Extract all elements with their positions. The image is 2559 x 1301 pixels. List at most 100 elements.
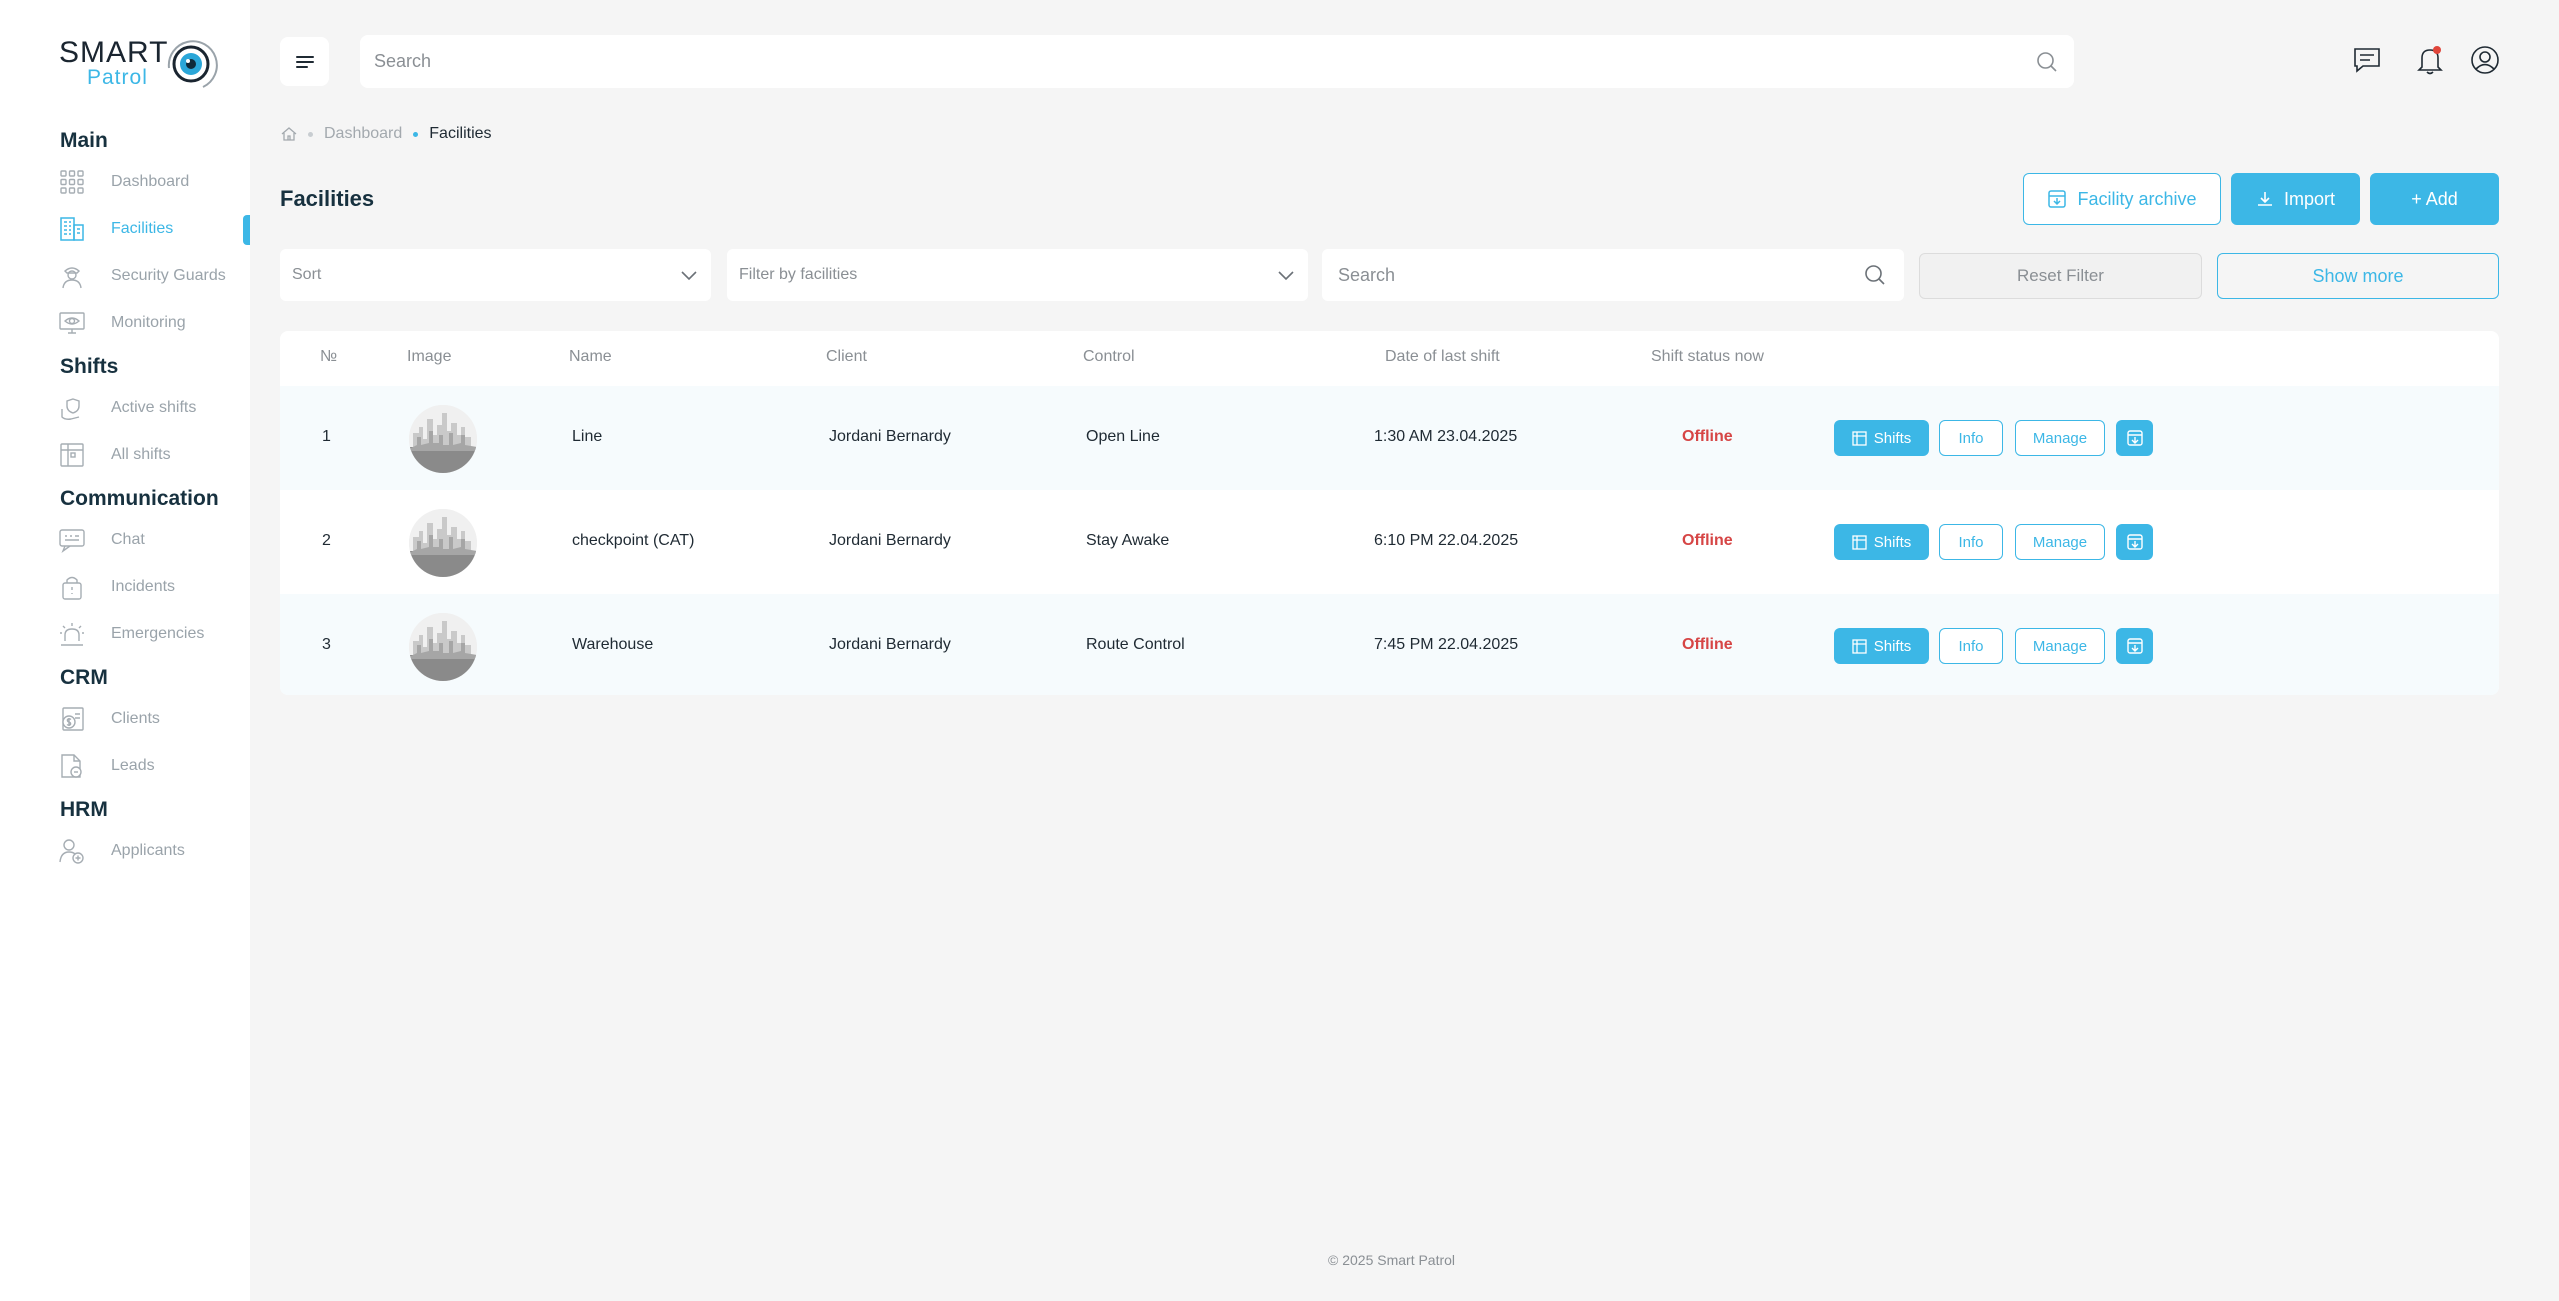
last-shift-date: 1:30 AM 23.04.2025 — [1374, 428, 1518, 445]
messages-button[interactable] — [2352, 45, 2382, 75]
facilities-filter-value: Filter by facilities — [739, 266, 858, 283]
sidebar-item-clients[interactable]: Clients — [0, 695, 250, 742]
shifts-button[interactable]: Shifts — [1834, 628, 1929, 664]
hamburger-icon — [295, 55, 314, 68]
menu-toggle-button[interactable] — [280, 37, 329, 86]
home-icon[interactable] — [281, 126, 297, 142]
user-profile-button[interactable] — [2470, 45, 2500, 75]
breadcrumb: Dashboard Facilities — [281, 125, 492, 143]
sidebar-item-label: Monitoring — [111, 313, 186, 331]
info-button[interactable]: Info — [1939, 524, 2003, 560]
grid-icon — [59, 169, 85, 195]
manage-button-label: Manage — [2032, 429, 2088, 447]
nav-section-shifts: Shifts — [60, 355, 119, 378]
show-more-button[interactable]: Show more — [2217, 253, 2499, 299]
monitor-icon — [59, 310, 85, 336]
table-row[interactable]: 3 Warehouse Jordani Bernardy Route Contr… — [280, 594, 2499, 695]
city-placeholder-icon — [409, 613, 477, 681]
breadcrumb-dashboard-link[interactable]: Dashboard — [324, 125, 402, 143]
add-facility-button[interactable]: + Add — [2370, 173, 2499, 225]
row-number: 1 — [322, 428, 331, 445]
facility-name[interactable]: Warehouse — [572, 636, 653, 654]
manage-button[interactable]: Manage — [2015, 524, 2105, 560]
hand-shield-icon — [59, 395, 85, 421]
manage-button[interactable]: Manage — [2015, 420, 2105, 456]
info-button[interactable]: Info — [1939, 420, 2003, 456]
manage-button-label: Manage — [2032, 533, 2088, 551]
sidebar-item-facilities[interactable]: Facilities — [0, 205, 250, 252]
sidebar-item-label: Leads — [111, 756, 155, 774]
shift-status-badge: Offline — [1682, 428, 1733, 445]
facility-search-input[interactable] — [1338, 249, 1838, 301]
info-button[interactable]: Info — [1939, 628, 2003, 664]
client-name: Jordani Bernardy — [829, 532, 951, 549]
calendar-icon — [1852, 430, 1867, 446]
sidebar-item-emergencies[interactable]: Emergencies — [0, 610, 250, 657]
top-search-input[interactable] — [374, 35, 2014, 88]
search-icon[interactable] — [1864, 264, 1886, 286]
sidebar-item-all-shifts[interactable]: All shifts — [0, 431, 250, 478]
chat-icon — [59, 527, 85, 553]
shifts-button-label: Shifts — [1873, 429, 1912, 447]
table-header: № Image Name Client Control Date of last… — [280, 331, 2499, 386]
facility-archive-button[interactable]: Facility archive — [2023, 173, 2221, 225]
archive-icon — [2047, 189, 2067, 209]
manage-button[interactable]: Manage — [2015, 628, 2105, 664]
breadcrumb-separator — [308, 131, 313, 137]
client-name: Jordani Bernardy — [829, 428, 951, 445]
sidebar-item-label: All shifts — [111, 445, 171, 463]
sidebar: SMART Patrol Main Dashboard Facilities S… — [0, 0, 250, 1301]
sidebar-item-security-guards[interactable]: Security Guards — [0, 252, 250, 299]
import-button[interactable]: Import — [2231, 173, 2360, 225]
column-control: Control — [1083, 348, 1135, 365]
sidebar-item-incidents[interactable]: Incidents — [0, 563, 250, 610]
page-title: Facilities — [280, 186, 375, 211]
archive-row-button[interactable] — [2116, 628, 2153, 664]
logo[interactable]: SMART Patrol — [59, 32, 219, 94]
footer-copyright: © 2025 Smart Patrol — [1328, 1252, 1456, 1268]
facility-name[interactable]: Line — [572, 428, 602, 446]
notifications-button[interactable] — [2415, 45, 2445, 75]
sort-select[interactable]: Sort — [280, 249, 711, 301]
column-image: Image — [407, 348, 452, 365]
calendar-icon — [59, 442, 85, 468]
reset-filter-label: Reset Filter — [2017, 266, 2104, 285]
shifts-button[interactable]: Shifts — [1834, 420, 1929, 456]
archive-row-button[interactable] — [2116, 524, 2153, 560]
control-type: Route Control — [1086, 636, 1185, 653]
siren-icon — [59, 621, 85, 647]
search-icon[interactable] — [2036, 51, 2058, 73]
sidebar-item-leads[interactable]: Leads — [0, 742, 250, 789]
sidebar-item-label: Facilities — [111, 219, 174, 237]
facility-name[interactable]: checkpoint (CAT) — [572, 532, 694, 550]
show-more-label: Show more — [2312, 265, 2404, 286]
reset-filter-button[interactable]: Reset Filter — [1919, 253, 2202, 299]
guard-icon — [59, 263, 85, 289]
shifts-button-label: Shifts — [1873, 637, 1912, 655]
chevron-down-icon — [681, 271, 697, 281]
shifts-button[interactable]: Shifts — [1834, 524, 1929, 560]
download-icon — [2256, 190, 2274, 208]
shift-status-badge: Offline — [1682, 636, 1733, 653]
control-type: Stay Awake — [1086, 532, 1170, 549]
sidebar-item-chat[interactable]: Chat — [0, 516, 250, 563]
sidebar-item-dashboard[interactable]: Dashboard — [0, 158, 250, 205]
archive-icon — [2126, 430, 2143, 446]
sidebar-item-active-shifts[interactable]: Active shifts — [0, 384, 250, 431]
sort-select-value: Sort — [292, 266, 322, 283]
manage-button-label: Manage — [2032, 637, 2088, 655]
logo-text-patrol: Patrol — [87, 66, 148, 89]
user-add-icon — [59, 838, 85, 864]
row-number: 2 — [322, 532, 331, 549]
top-search-bar — [360, 35, 2074, 88]
table-row[interactable]: 1 Line Jordani Bernardy Open Line 1:30 A… — [280, 386, 2499, 490]
column-date-last-shift: Date of last shift — [1385, 348, 1500, 365]
facilities-filter-select[interactable]: Filter by facilities — [727, 249, 1308, 301]
sidebar-item-label: Security Guards — [111, 266, 226, 284]
sidebar-item-applicants[interactable]: Applicants — [0, 827, 250, 874]
archive-row-button[interactable] — [2116, 420, 2153, 456]
table-row[interactable]: 2 checkpoint (CAT) Jordani Bernardy Stay… — [280, 490, 2499, 594]
nav-section-hrm: HRM — [60, 798, 108, 821]
import-label: Import — [2283, 188, 2335, 209]
sidebar-item-monitoring[interactable]: Monitoring — [0, 299, 250, 346]
